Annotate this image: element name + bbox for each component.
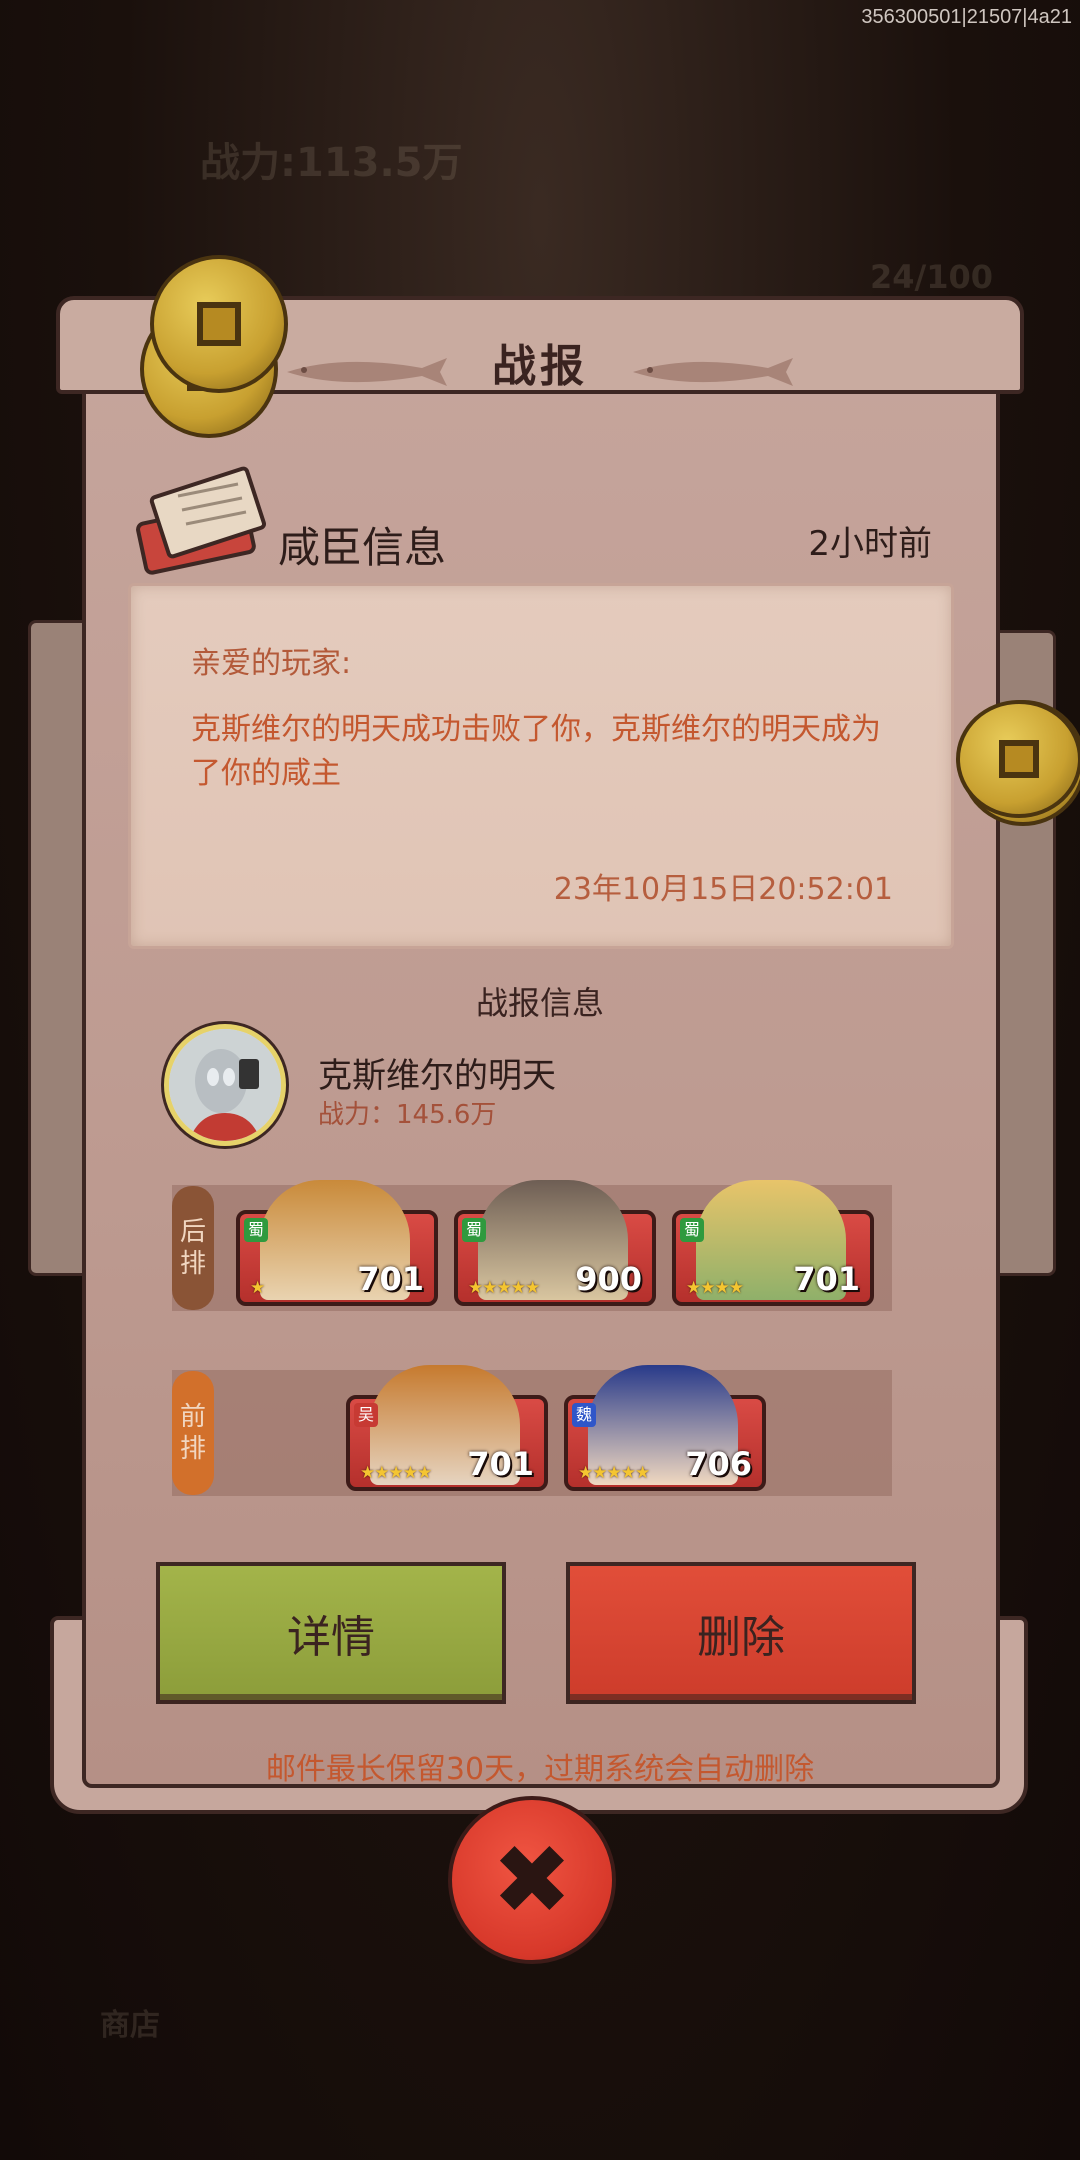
hero-power: 701 — [793, 1260, 860, 1298]
player-name: 克斯维尔的明天 — [318, 1056, 556, 1096]
hero-power: 701 — [467, 1445, 534, 1483]
message-greeting: 亲爱的玩家: — [191, 646, 352, 681]
faction-badge: 蜀 — [680, 1218, 704, 1242]
detail-button[interactable]: 详情 — [156, 1562, 506, 1704]
faction-badge: 吴 — [354, 1403, 378, 1427]
hero-card[interactable]: 魏 ★★★★★ 706 — [564, 1365, 766, 1491]
time-ago: 2小时前 — [808, 524, 932, 564]
hero-power: 706 — [685, 1445, 752, 1483]
message-date: 23年10月15日20:52:01 — [553, 872, 893, 907]
star-rating: ★★★★★ — [468, 1278, 540, 1298]
star-rating: ★★★★★ — [360, 1463, 432, 1483]
background-shop-label: 商店 — [100, 2008, 160, 2043]
faction-badge: 魏 — [572, 1403, 596, 1427]
front-row-tag: 前排 — [172, 1371, 214, 1495]
hero-card[interactable]: 蜀 ★★★★ 701 — [672, 1180, 874, 1306]
star-rating: ★★★★ — [686, 1278, 744, 1298]
delete-button[interactable]: 删除 — [566, 1562, 916, 1704]
close-button[interactable]: ✖ — [448, 1796, 616, 1964]
debug-id: 356300501|21507|4a21 — [861, 6, 1072, 28]
mail-retention-note: 邮件最长保留30天，过期系统会自动删除 — [265, 1752, 815, 1787]
star-rating: ★ — [250, 1278, 265, 1298]
hero-power: 701 — [357, 1260, 424, 1298]
message-box: 亲爱的玩家: 克斯维尔的明天成功击败了你，克斯维尔的明天成为了你的咸主 23年1… — [128, 583, 954, 949]
faction-badge: 蜀 — [244, 1218, 268, 1242]
section-title: 咸臣信息 — [278, 523, 447, 572]
player-power: 战力：145.6万 — [318, 1100, 497, 1130]
player-avatar[interactable] — [164, 1024, 286, 1146]
back-row-tag: 后排 — [172, 1186, 214, 1310]
report-info-label: 战报信息 — [475, 984, 604, 1022]
hero-card[interactable]: 吴 ★★★★★ 701 — [346, 1365, 548, 1491]
avatar-figure-icon — [169, 1029, 281, 1141]
coin-icon — [150, 255, 288, 393]
hero-card[interactable]: 蜀 ★★★★★ 900 — [454, 1180, 656, 1306]
message-body: 克斯维尔的明天成功击败了你，克斯维尔的明天成为了你的咸主 — [191, 712, 881, 791]
hero-power: 900 — [575, 1260, 642, 1298]
close-icon: ✖ — [491, 1824, 573, 1936]
coin-right-icon — [956, 700, 1080, 818]
background-power-text: 战力:113.5万 — [200, 140, 463, 186]
hero-card[interactable]: 蜀 ★ 701 — [236, 1180, 438, 1306]
book-stack-icon — [136, 466, 267, 575]
background-counter: 24/100 — [870, 258, 994, 296]
star-rating: ★★★★★ — [578, 1463, 650, 1483]
faction-badge: 蜀 — [462, 1218, 486, 1242]
section-header: 咸臣信息 2小时前 — [130, 466, 932, 580]
